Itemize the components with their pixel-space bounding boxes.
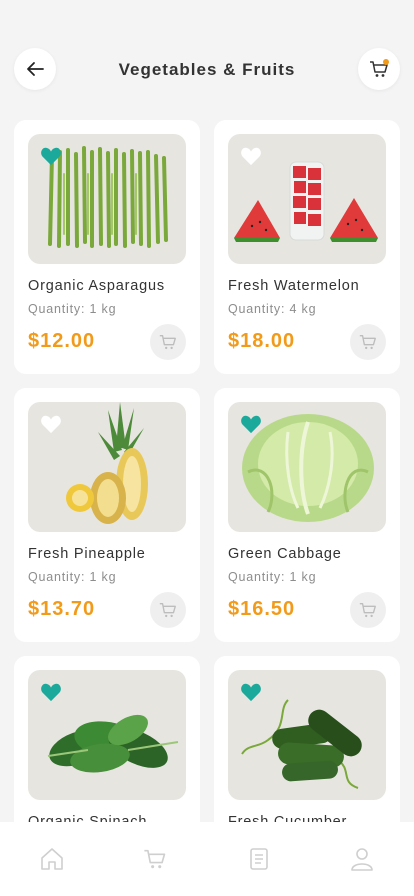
product-name: Fresh Watermelon xyxy=(228,278,360,294)
product-quantity: Quantity: 1 kg xyxy=(28,570,117,584)
cart-icon xyxy=(359,602,376,618)
product-image-cabbage xyxy=(228,402,386,532)
product-card[interactable]: Fresh Watermelon Quantity: 4 kg $18.00 xyxy=(214,120,400,374)
cart-icon xyxy=(144,849,166,869)
nav-orders[interactable] xyxy=(246,846,272,872)
product-name: Green Cabbage xyxy=(228,546,342,562)
orders-icon xyxy=(249,848,268,870)
cart-button[interactable] xyxy=(358,48,400,90)
add-to-cart-button[interactable] xyxy=(350,324,386,360)
product-name: Organic Asparagus xyxy=(28,278,165,294)
add-to-cart-button[interactable] xyxy=(150,324,186,360)
product-card[interactable]: Green Cabbage Quantity: 1 kg $16.50 xyxy=(214,388,400,642)
cart-icon xyxy=(359,334,376,350)
nav-home[interactable] xyxy=(39,846,65,872)
product-image-asparagus xyxy=(28,134,186,264)
product-card[interactable]: Organic Asparagus Quantity: 1 kg $12.00 xyxy=(14,120,200,374)
heart-icon[interactable] xyxy=(240,682,262,702)
cart-icon xyxy=(159,334,176,350)
product-image-cucumber xyxy=(228,670,386,800)
cart-icon xyxy=(159,602,176,618)
product-card[interactable]: Fresh Pineapple Quantity: 1 kg $13.70 xyxy=(14,388,200,642)
heart-icon[interactable] xyxy=(40,682,62,702)
profile-icon xyxy=(351,848,374,871)
product-price: $12.00 xyxy=(28,330,96,352)
bottom-nav xyxy=(0,822,414,896)
product-quantity: Quantity: 4 kg xyxy=(228,302,317,316)
nav-profile[interactable] xyxy=(349,846,375,872)
heart-icon[interactable] xyxy=(40,414,62,434)
home-icon xyxy=(40,848,63,870)
page-title: Vegetables & Fruits xyxy=(118,60,296,79)
heart-icon[interactable] xyxy=(240,146,262,166)
nav-cart[interactable] xyxy=(142,846,168,872)
product-price: $16.50 xyxy=(228,598,296,620)
heart-icon[interactable] xyxy=(40,146,62,166)
product-price: $13.70 xyxy=(28,598,96,620)
heart-icon[interactable] xyxy=(240,414,262,434)
cart-badge xyxy=(383,59,389,65)
product-image-spinach xyxy=(28,670,186,800)
product-name: Fresh Pineapple xyxy=(28,546,146,562)
product-price: $18.00 xyxy=(228,330,296,352)
header: Vegetables & Fruits xyxy=(0,46,414,94)
product-image-watermelon xyxy=(228,134,386,264)
cart-icon xyxy=(370,59,389,77)
add-to-cart-button[interactable] xyxy=(150,592,186,628)
product-quantity: Quantity: 1 kg xyxy=(28,302,117,316)
product-quantity: Quantity: 1 kg xyxy=(228,570,317,584)
add-to-cart-button[interactable] xyxy=(350,592,386,628)
product-image-pineapple xyxy=(28,402,186,532)
